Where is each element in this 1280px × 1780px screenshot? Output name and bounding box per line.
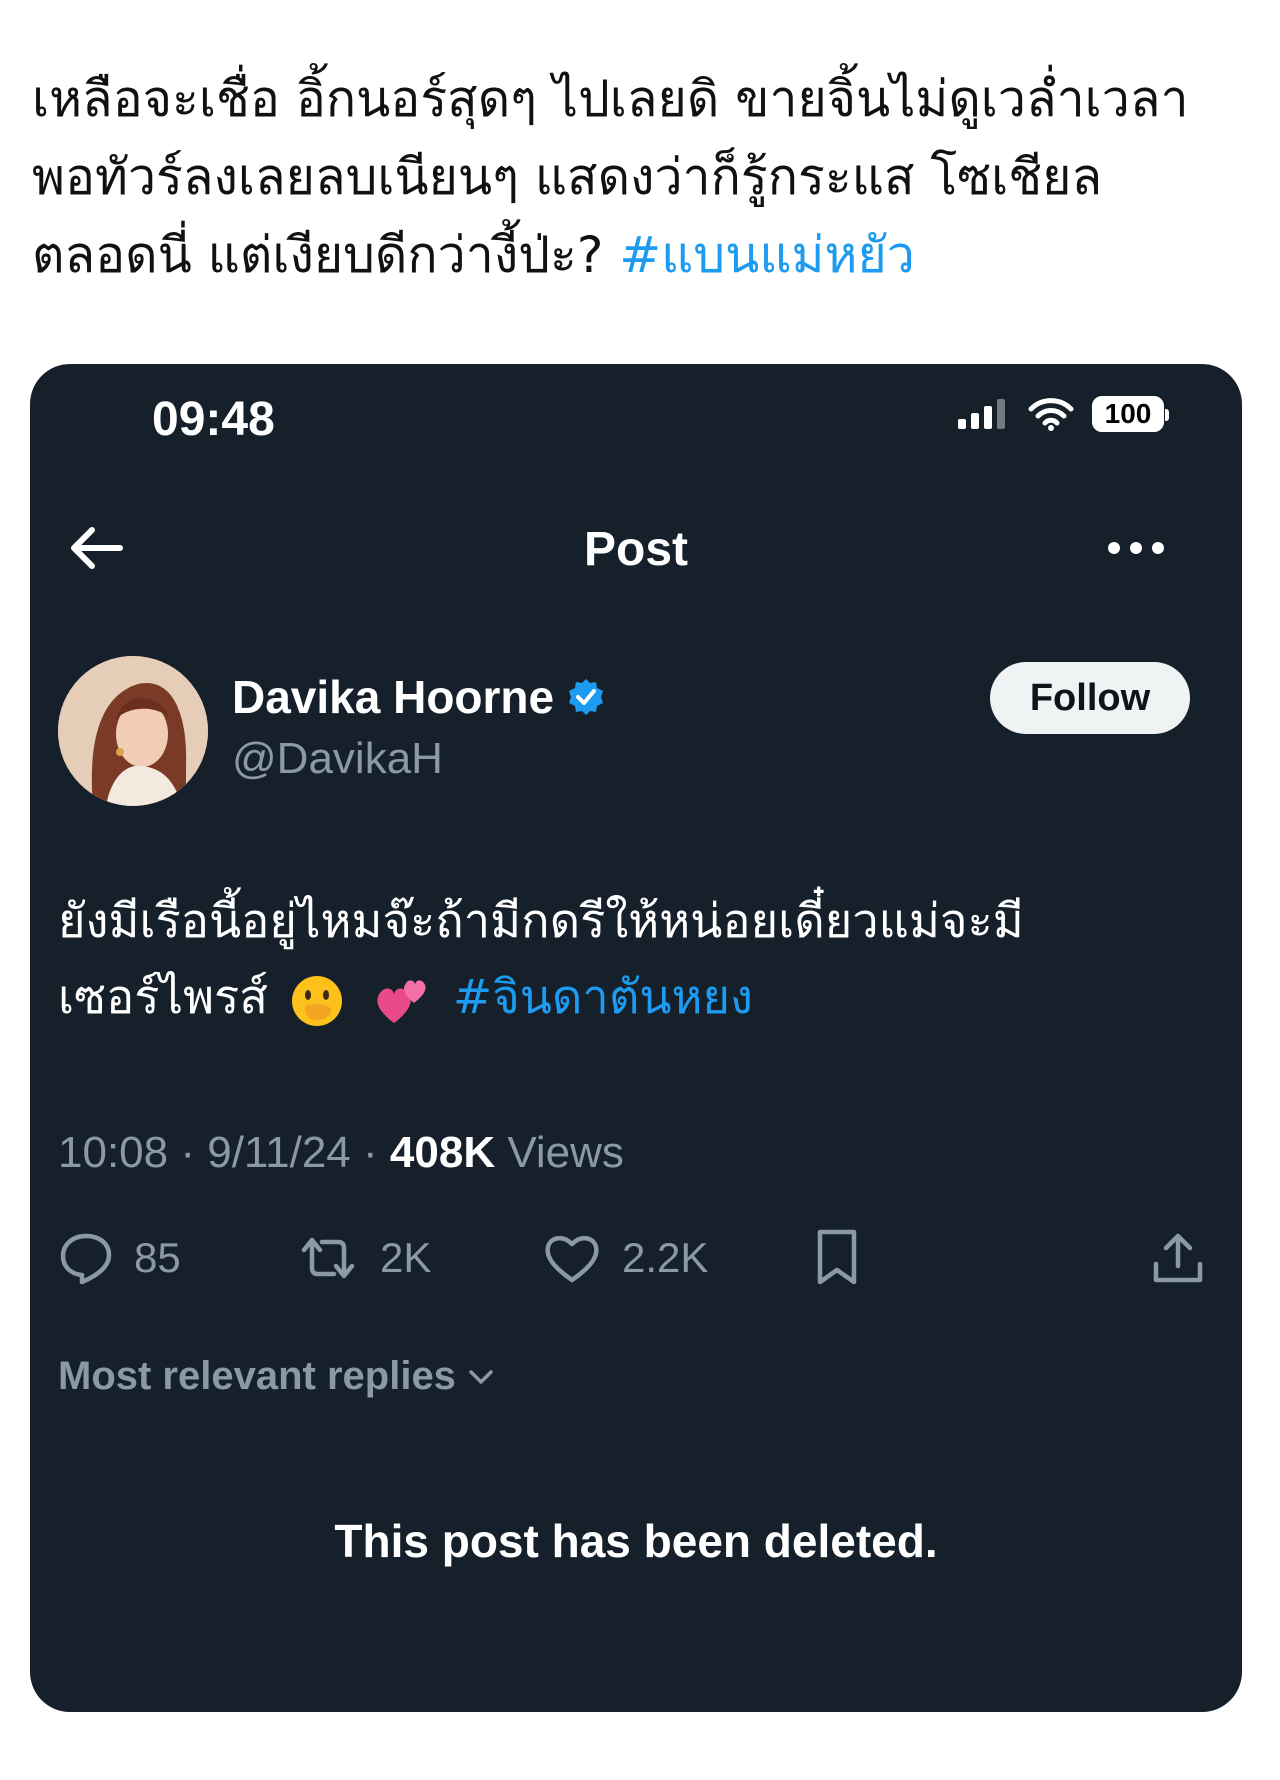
page-title: Post: [583, 523, 688, 576]
action-bar: 85 2K 2.2K: [58, 1218, 1218, 1298]
like-count: 2.2K: [622, 1234, 709, 1281]
repost-icon: [301, 1237, 355, 1279]
avatar[interactable]: [58, 656, 208, 806]
follow-button[interactable]: Follow: [990, 662, 1190, 734]
reply-count: 85: [134, 1234, 181, 1281]
caption-line-3: ตลอดนี่ แต่เงียบดีกว่างี้ป่ะ? #แบนแม่หยั…: [32, 216, 1252, 294]
author-handle[interactable]: @DavikaH: [232, 734, 443, 784]
author-name[interactable]: Davika Hoorne: [232, 670, 606, 724]
two-hearts-icon: [377, 979, 426, 1023]
post-line-1: ยังมีเรือนี้อยู่ไหมจ๊ะถ้ามีกดรีให้หน่อยเ…: [58, 894, 1024, 949]
meta-separator-2: ·: [363, 1128, 378, 1177]
like-button[interactable]: 2.2K: [542, 1218, 708, 1298]
views-label: Views: [507, 1128, 624, 1177]
post-hashtag[interactable]: #จินดาตันหยง: [453, 970, 753, 1025]
face-with-hand-over-mouth-icon: [291, 975, 342, 1026]
caption-line-3-text: ตลอดนี่ แต่เงียบดีกว่างี้ป่ะ?: [32, 226, 604, 284]
phone-screenshot: 09:48 100 Post Davika Hoorne @DavikaH Fo…: [30, 364, 1242, 1712]
post-text: ยังมีเรือนี้อยู่ไหมจ๊ะถ้ามีกดรีให้หน่อยเ…: [58, 884, 1208, 1036]
chevron-down-icon: [469, 1369, 493, 1384]
avatar-photo: [58, 656, 208, 806]
meta-separator-1: ·: [180, 1128, 195, 1177]
post-line-2-text: เซอร์ไพรส์: [58, 970, 268, 1025]
signal-icon: [958, 399, 1005, 429]
caption-hashtag[interactable]: #แบนแม่หยัว: [619, 226, 915, 284]
reply-button[interactable]: 85: [58, 1218, 181, 1298]
post-time[interactable]: 10:08: [58, 1128, 168, 1177]
more-options-icon[interactable]: [1104, 524, 1168, 572]
repost-button[interactable]: 2K: [296, 1218, 431, 1298]
status-time: 09:48: [152, 393, 275, 446]
reply-icon: [60, 1233, 112, 1285]
verified-badge-icon: [569, 679, 604, 715]
post-meta: 10:08 · 9/11/24 · 408K Views: [58, 1128, 624, 1178]
caption-line-2: พอทัวร์ลงเลยลบเนียนๆ แสดงว่าก็รู้กระแส โ…: [32, 148, 1103, 206]
share-icon: [1153, 1233, 1203, 1283]
repost-count: 2K: [380, 1234, 432, 1281]
post-date[interactable]: 9/11/24: [207, 1128, 351, 1177]
wifi-icon: [1028, 398, 1074, 431]
author-name-text: Davika Hoorne: [232, 671, 555, 723]
replies-sort-dropdown[interactable]: Most relevant replies: [58, 1354, 496, 1399]
heart-icon: [545, 1235, 599, 1283]
replies-sort-label: Most relevant replies: [58, 1354, 456, 1398]
battery-icon: 100: [1092, 396, 1169, 432]
views-count: 408K: [389, 1128, 496, 1177]
caption-text: เหลือจะเชื่อ อิ้กนอร์สุดๆ ไปเลยดิ ขายจิ้…: [32, 60, 1252, 294]
deleted-notice: This post has been deleted.: [334, 1515, 938, 1567]
bookmark-button[interactable]: [812, 1218, 862, 1298]
bookmark-icon: [817, 1229, 857, 1285]
status-icons: 100: [956, 396, 1169, 432]
post-line-2: เซอร์ไพรส์ #จินดาตันหยง: [58, 960, 1208, 1036]
share-button[interactable]: [1148, 1218, 1208, 1298]
caption-line-1: เหลือจะเชื่อ อิ้กนอร์สุดๆ ไปเลยดิ ขายจิ้…: [32, 70, 1189, 128]
